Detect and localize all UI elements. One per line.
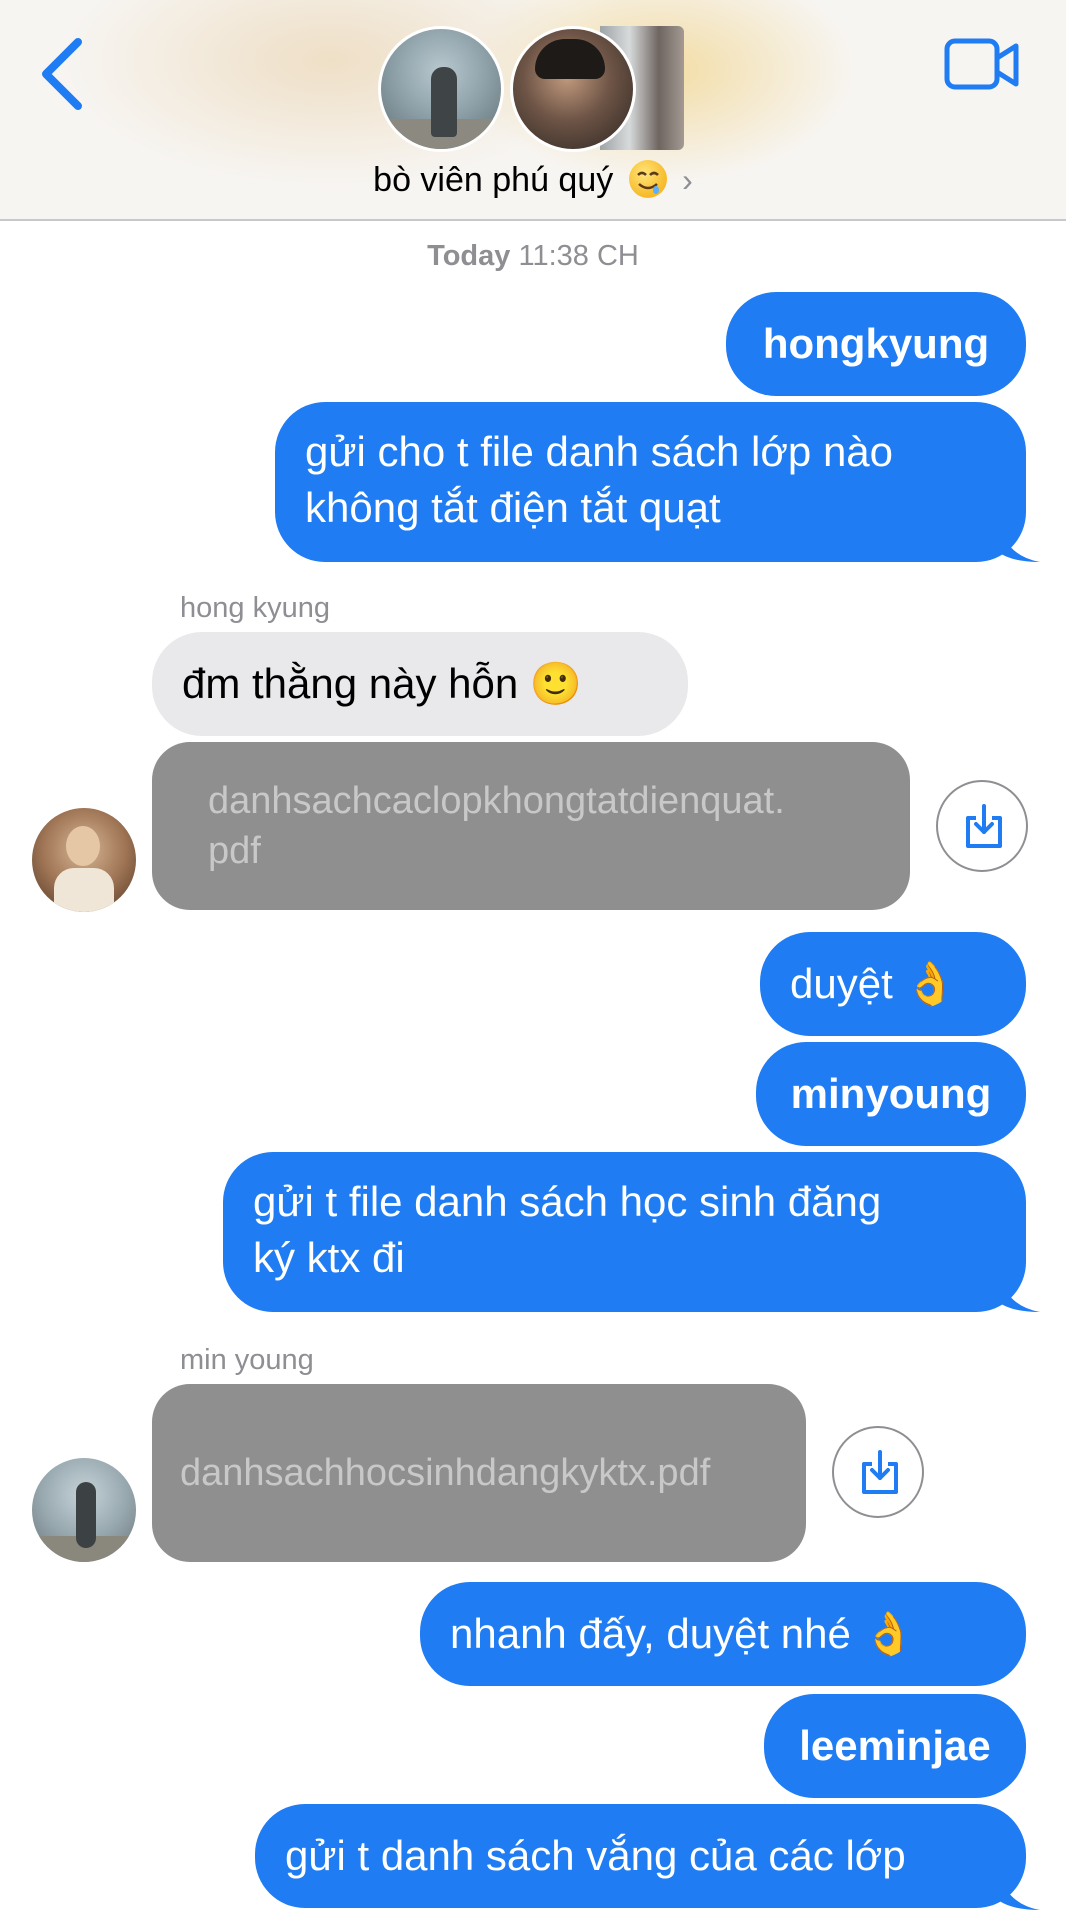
contact-name: bò viên phú quý [373, 161, 614, 199]
message-bubble-outgoing[interactable]: hongkyung [726, 292, 1026, 396]
timestamp-day: Today [427, 240, 511, 272]
message-text-line: gửi t file danh sách học sinh đăng [253, 1178, 882, 1225]
sender-name: min young [180, 1344, 314, 1376]
message-bubble-outgoing[interactable]: leeminjae [764, 1694, 1026, 1798]
message-bubble-outgoing[interactable]: gửi cho t file danh sách lớp nào không t… [275, 402, 1026, 562]
message-text-line: ký ktx đi [253, 1234, 405, 1281]
group-avatar-1 [378, 26, 504, 152]
sender-avatar[interactable] [32, 1458, 136, 1562]
download-button[interactable] [832, 1426, 924, 1518]
timestamp-time: 11:38 CH [518, 240, 639, 272]
download-icon [966, 804, 1002, 848]
file-attachment-bubble[interactable]: danhsachcaclopkhongtatdienquat. pdf [152, 742, 910, 910]
video-camera-icon [944, 38, 1019, 90]
message-text-line: không tắt điện tắt quạt [305, 484, 721, 531]
message-text-line: gửi cho t file danh sách lớp nào [305, 428, 894, 475]
file-name: danhsachhocsinhdangkyktx.pdf [180, 1452, 711, 1494]
group-avatar-2 [510, 26, 636, 152]
chevron-right-icon: › [682, 162, 693, 198]
chevron-left-icon [42, 38, 82, 110]
message-text: minyoung [790, 1070, 992, 1117]
file-name-line: danhsachcaclopkhongtatdienquat. [208, 780, 785, 822]
message-bubble-incoming[interactable]: đm thằng này hỗn 🙂 [152, 632, 688, 736]
drooling-face-emoji [628, 160, 667, 198]
download-button[interactable] [936, 780, 1028, 872]
contact-name-button[interactable]: bò viên phú quý › [0, 160, 1066, 200]
sender-avatar[interactable] [32, 808, 136, 912]
download-icon [862, 1450, 898, 1494]
timestamp: Today 11:38 CH [0, 240, 1066, 273]
message-text: gửi t danh sách vắng của các lớp [285, 1832, 906, 1879]
sender-name: hong kyung [180, 592, 330, 624]
file-attachment-bubble[interactable]: danhsachhocsinhdangkyktx.pdf [152, 1384, 806, 1562]
message-text: đm thằng này hỗn 🙂 [182, 660, 583, 707]
bubble-tail [998, 1272, 1040, 1312]
conversation-header: bò viên phú quý › [0, 0, 1066, 221]
message-bubble-outgoing[interactable]: minyoung [756, 1042, 1026, 1146]
back-button[interactable] [38, 36, 88, 112]
message-text: hongkyung [762, 320, 990, 367]
file-name-line: pdf [208, 830, 261, 872]
message-text: duyệt 👌 [790, 960, 957, 1007]
message-bubble-outgoing[interactable]: gửi t file danh sách học sinh đăng ký kt… [223, 1152, 1026, 1312]
bubble-tail [998, 522, 1040, 562]
message-text: nhanh đấy, duyệt nhé 👌 [450, 1610, 915, 1657]
message-bubble-outgoing[interactable]: nhanh đấy, duyệt nhé 👌 [420, 1582, 1026, 1686]
video-call-button[interactable] [944, 38, 1020, 92]
message-bubble-outgoing[interactable]: gửi t danh sách vắng của các lớp [255, 1804, 1026, 1908]
message-bubble-outgoing[interactable]: duyệt 👌 [760, 932, 1026, 1036]
bubble-tail [998, 1870, 1040, 1910]
message-text: leeminjae [799, 1722, 991, 1769]
